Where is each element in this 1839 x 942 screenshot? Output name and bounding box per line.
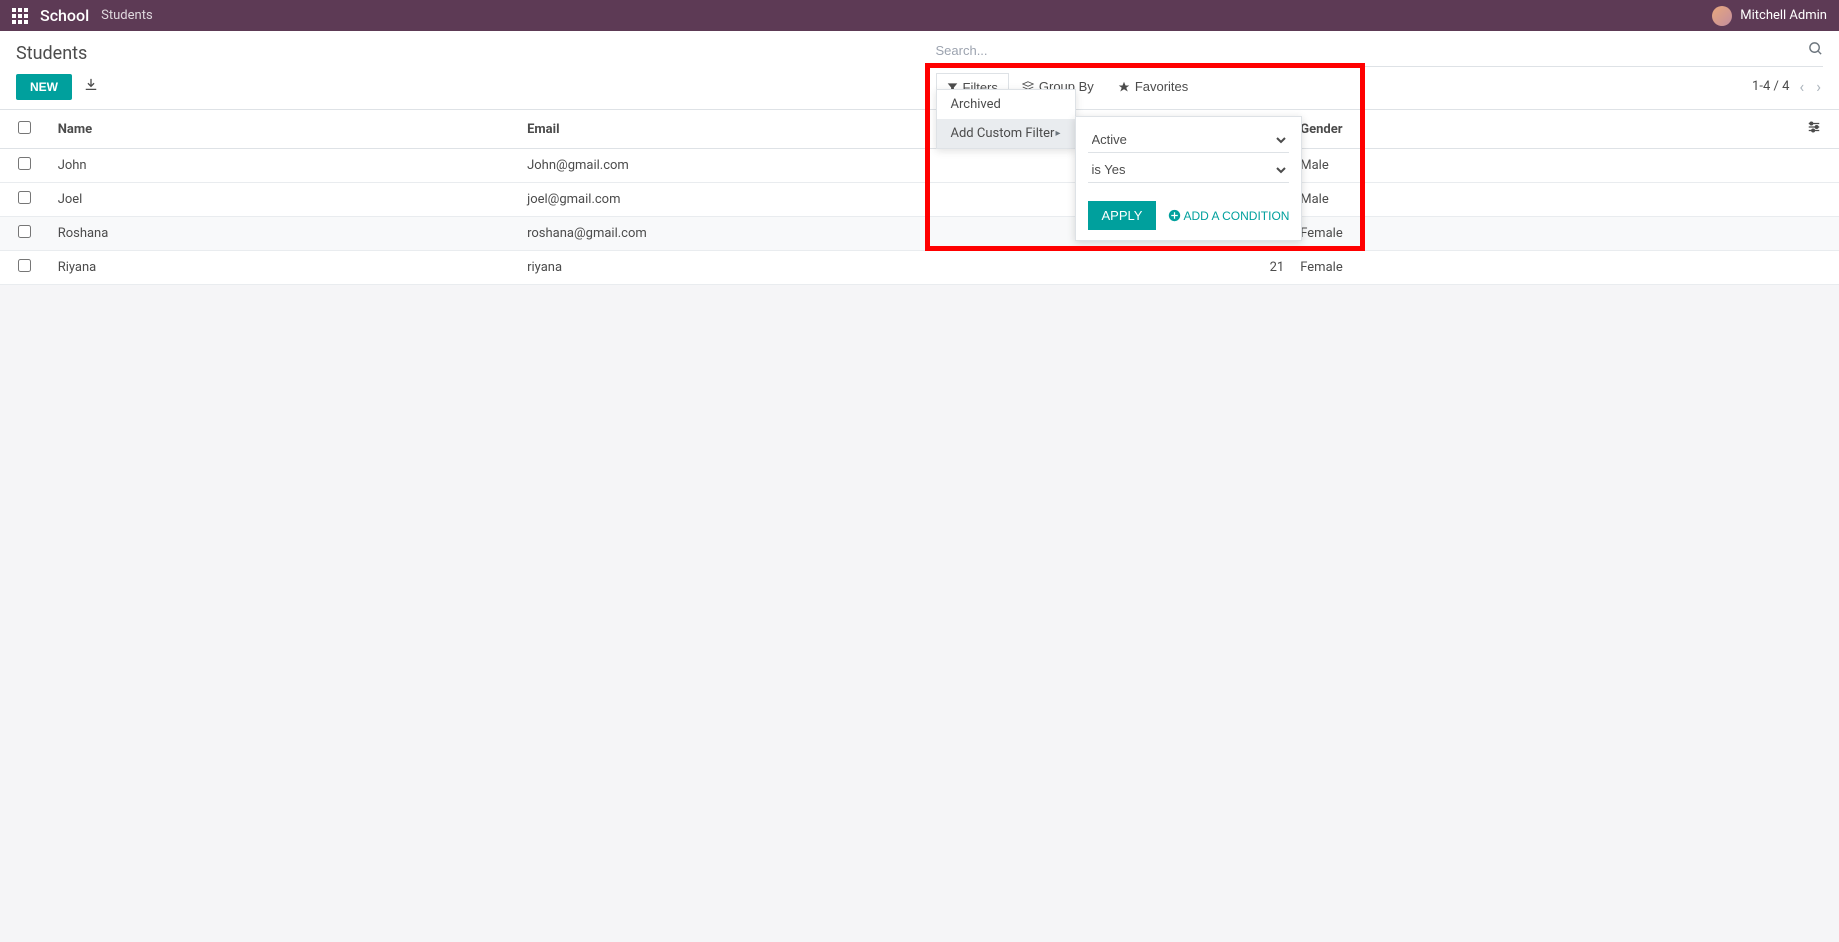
- filter-condition-select[interactable]: is Yes: [1088, 157, 1290, 183]
- download-button[interactable]: [78, 72, 104, 101]
- cell-name: Riyana: [50, 251, 519, 285]
- search-icon[interactable]: [1808, 41, 1823, 60]
- column-name[interactable]: Name: [50, 110, 519, 149]
- cell-email: riyana: [519, 251, 1209, 285]
- apply-button[interactable]: APPLY: [1088, 201, 1157, 230]
- download-icon: [84, 78, 98, 92]
- topbar: School Students Mitchell Admin: [0, 0, 1839, 31]
- cell-name: Joel: [50, 183, 519, 217]
- row-checkbox[interactable]: [18, 225, 31, 238]
- filter-dropdown: Archived Add Custom Filter ▸: [936, 89, 1076, 149]
- filter-field-select[interactable]: Active: [1088, 127, 1290, 153]
- filter-item-add-custom[interactable]: Add Custom Filter ▸: [937, 119, 1075, 148]
- custom-filter-panel: Active is Yes APPLY ADD A CONDITION: [1075, 116, 1303, 241]
- cell-name: John: [50, 149, 519, 183]
- filter-item-archived[interactable]: Archived: [937, 90, 1075, 119]
- row-checkbox[interactable]: [18, 157, 31, 170]
- star-icon: [1118, 81, 1130, 93]
- table-row[interactable]: Riyana riyana 21 Female: [0, 251, 1839, 285]
- row-checkbox[interactable]: [18, 191, 31, 204]
- cell-age: 21: [1209, 251, 1292, 285]
- cell-gender: Female: [1292, 217, 1789, 251]
- app-name[interactable]: School: [40, 6, 89, 25]
- new-button[interactable]: NEW: [16, 74, 72, 100]
- user-name: Mitchell Admin: [1740, 8, 1827, 23]
- row-checkbox[interactable]: [18, 259, 31, 272]
- cell-gender: Male: [1292, 149, 1789, 183]
- avatar: [1712, 6, 1732, 26]
- column-gender[interactable]: Gender: [1292, 110, 1789, 149]
- favorites-label: Favorites: [1135, 79, 1188, 94]
- pager-text: 1-4 / 4: [1752, 79, 1789, 94]
- search-input[interactable]: [936, 39, 1809, 62]
- chevron-right-icon: ▸: [1055, 128, 1060, 139]
- cell-gender: Female: [1292, 251, 1789, 285]
- control-panel: Students NEW Filters Group By: [0, 31, 1839, 110]
- cell-gender: Male: [1292, 183, 1789, 217]
- pager-next[interactable]: ›: [1814, 75, 1823, 98]
- table-row[interactable]: Roshana roshana@gmail.com 21 Female: [0, 217, 1839, 251]
- user-menu[interactable]: Mitchell Admin: [1712, 6, 1827, 26]
- page-title: Students: [16, 43, 904, 64]
- select-all-checkbox[interactable]: [18, 121, 31, 134]
- pager-prev[interactable]: ‹: [1797, 75, 1806, 98]
- add-condition-button[interactable]: ADD A CONDITION: [1168, 209, 1289, 223]
- apps-icon[interactable]: [12, 8, 28, 24]
- cell-name: Roshana: [50, 217, 519, 251]
- add-condition-label: ADD A CONDITION: [1183, 209, 1289, 223]
- table-row[interactable]: John John@gmail.com 20 Male: [0, 149, 1839, 183]
- add-custom-filter-label: Add Custom Filter: [951, 126, 1055, 141]
- favorites-button[interactable]: Favorites: [1107, 73, 1199, 100]
- breadcrumb-students[interactable]: Students: [101, 8, 153, 23]
- pager: 1-4 / 4 ‹ ›: [1752, 75, 1823, 98]
- columns-settings-icon[interactable]: [1807, 123, 1821, 138]
- students-table: Name Email Age Gender John John@gmail.co…: [0, 110, 1839, 285]
- table-header-row: Name Email Age Gender: [0, 110, 1839, 149]
- table-row[interactable]: Joel joel@gmail.com 22 Male: [0, 183, 1839, 217]
- plus-circle-icon: [1168, 209, 1181, 222]
